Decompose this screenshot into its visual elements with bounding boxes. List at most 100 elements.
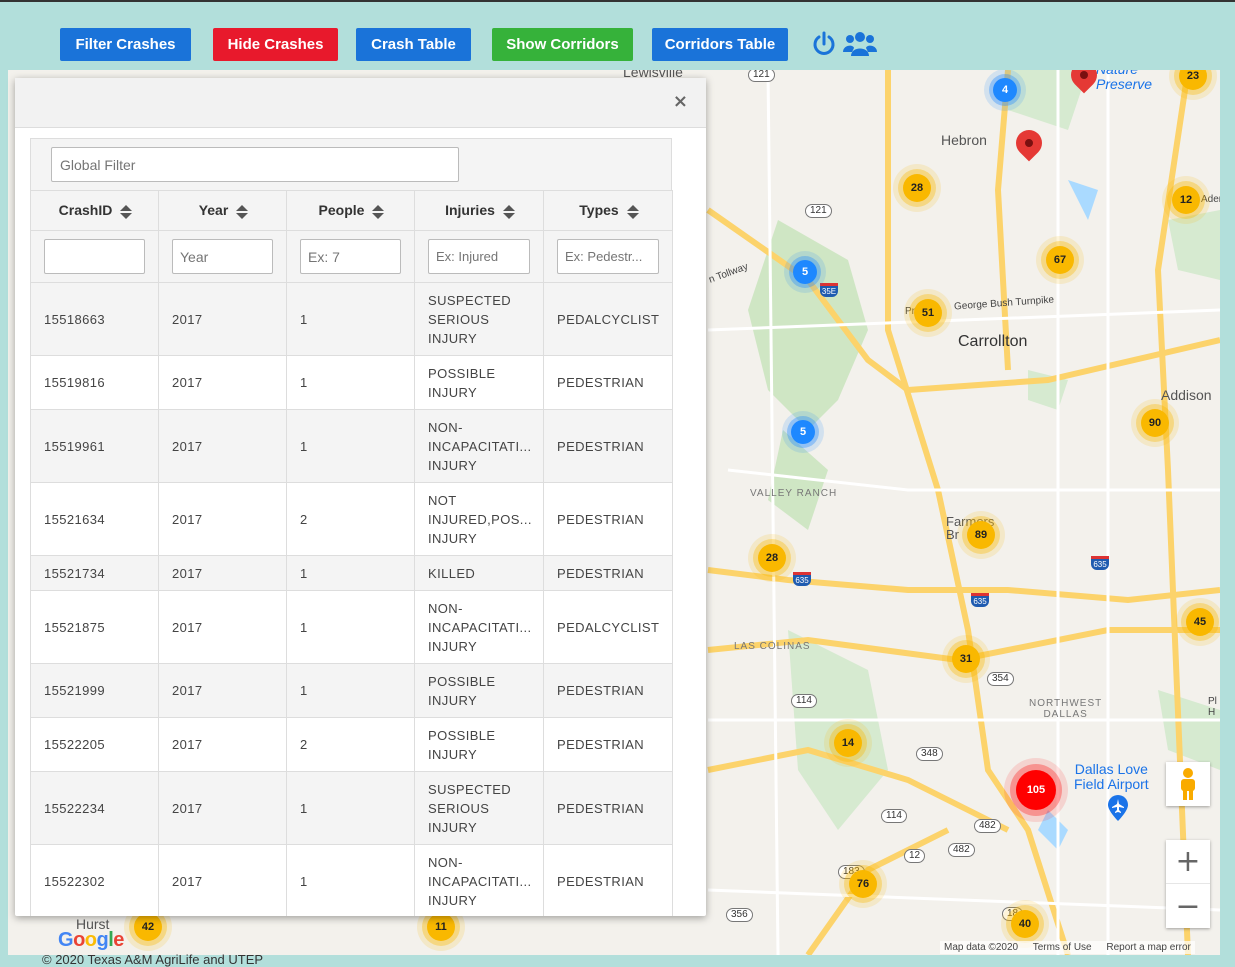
place-valley-ranch: VALLEY RANCH [750, 488, 838, 499]
cell-injuries: SUSPECTED SERIOUS INJURY [414, 771, 544, 845]
cell-injuries: POSSIBLE INJURY [414, 717, 544, 772]
crash-cluster[interactable]: 89 [967, 521, 995, 549]
cell-injuries: SUSPECTED SERIOUS INJURY [414, 282, 544, 356]
place-pl: Pl H [1208, 696, 1217, 718]
column-label: CrashID [58, 202, 113, 219]
column-label: Types [579, 202, 619, 219]
column-header-crashid[interactable]: CrashID [30, 190, 159, 231]
people-filter-input[interactable] [300, 239, 401, 274]
sort-icon[interactable] [626, 204, 639, 219]
crash-cluster[interactable]: 76 [849, 870, 877, 898]
table-row[interactable]: 15521875 2017 1 NON- INCAPACITATI... INJ… [30, 590, 673, 664]
filter-crashes-button[interactable]: Filter Crashes [60, 28, 191, 61]
types-filter-input[interactable] [557, 239, 659, 274]
cell-type: PEDESTRIAN [543, 844, 673, 916]
column-header-injuries[interactable]: Injuries [414, 190, 544, 231]
sort-icon[interactable] [372, 204, 385, 219]
crash-cluster[interactable]: 11 [427, 913, 455, 941]
zoom-out-button[interactable]: − [1166, 884, 1210, 928]
cell-people: 1 [286, 771, 415, 845]
column-label: Injuries [445, 202, 495, 219]
table-row[interactable]: 15518663 2017 1 SUSPECTED SERIOUS INJURY… [30, 282, 673, 356]
crash-table-button[interactable]: Crash Table [356, 28, 471, 61]
table-row[interactable]: 15522234 2017 1 SUSPECTED SERIOUS INJURY… [30, 771, 673, 845]
cell-people: 2 [286, 717, 415, 772]
cell-type: PEDALCYCLIST [543, 282, 673, 356]
table-row[interactable]: 15521634 2017 2 NOT INJURED,POS... INJUR… [30, 482, 673, 556]
route-shield: 121 [805, 204, 832, 218]
crash-cluster[interactable]: 28 [758, 544, 786, 572]
crash-cluster[interactable]: 31 [952, 645, 980, 673]
cell-crashid: 15522234 [30, 771, 159, 845]
airport-icon [1108, 795, 1128, 821]
table-row[interactable]: 15519816 2017 1 POSSIBLE INJURY PEDESTRI… [30, 355, 673, 410]
header-row: CrashID Year People Injuries Types [30, 190, 673, 231]
cell-injuries: NON- INCAPACITATI... INJURY [414, 409, 544, 483]
power-icon[interactable] [810, 30, 838, 58]
cell-type: PEDESTRIAN [543, 717, 673, 772]
cell-year: 2017 [158, 409, 287, 483]
filter-cell [30, 230, 159, 283]
route-shield: 482 [948, 843, 975, 857]
cell-injuries: NON- INCAPACITATI... INJURY [414, 590, 544, 664]
interstate-shield: 35E [820, 283, 838, 297]
pegman-icon [1181, 768, 1195, 800]
crash-cluster[interactable]: 28 [903, 174, 931, 202]
cell-crashid: 15521875 [30, 590, 159, 664]
crash-cluster[interactable]: 4 [993, 78, 1017, 102]
place-addison: Addison [1161, 387, 1212, 403]
sort-icon[interactable] [502, 204, 515, 219]
route-shield: 354 [987, 672, 1014, 686]
zoom-in-button[interactable]: + [1166, 840, 1210, 884]
place-las-colinas: LAS COLINAS [734, 641, 811, 652]
sort-icon[interactable] [236, 204, 249, 219]
cell-crashid: 15522302 [30, 844, 159, 916]
route-shield: 12 [904, 849, 926, 863]
column-header-types[interactable]: Types [543, 190, 673, 231]
app-window: Lewisville Nature Preserve Hebron Carrol… [0, 0, 1235, 967]
table-row[interactable]: 15521734 2017 1 KILLED PEDESTRIAN [30, 555, 673, 591]
show-corridors-button[interactable]: Show Corridors [492, 28, 633, 61]
hide-crashes-button[interactable]: Hide Crashes [213, 28, 338, 61]
crashid-filter-input[interactable] [44, 239, 145, 274]
column-header-year[interactable]: Year [158, 190, 287, 231]
year-filter-input[interactable] [172, 239, 273, 274]
crash-cluster[interactable]: 67 [1046, 246, 1074, 274]
route-shield: 482 [974, 819, 1001, 833]
crash-cluster[interactable]: 105 [1016, 770, 1056, 810]
crash-cluster[interactable]: 12 [1172, 186, 1200, 214]
table-row[interactable]: 15521999 2017 1 POSSIBLE INJURY PEDESTRI… [30, 663, 673, 718]
crash-cluster[interactable]: 40 [1011, 910, 1039, 938]
crash-cluster[interactable]: 14 [834, 729, 862, 757]
global-filter-row [30, 138, 672, 190]
crash-cluster[interactable]: 45 [1186, 608, 1214, 636]
column-header-people[interactable]: People [286, 190, 415, 231]
corridors-table-button[interactable]: Corridors Table [652, 28, 788, 61]
close-button[interactable]: × [673, 92, 688, 112]
cell-type: PEDESTRIAN [543, 409, 673, 483]
cell-injuries: KILLED [414, 555, 544, 591]
table-row[interactable]: 15519961 2017 1 NON- INCAPACITATI... INJ… [30, 409, 673, 483]
table-row[interactable]: 15522302 2017 1 NON- INCAPACITATI... INJ… [30, 844, 673, 916]
place-aden: Aden [1201, 194, 1220, 205]
sort-icon[interactable] [120, 204, 133, 219]
map-attribution: Map data ©2020 Terms of Use Report a map… [940, 941, 1195, 954]
cell-people: 1 [286, 663, 415, 718]
users-icon[interactable] [843, 30, 877, 58]
cell-people: 1 [286, 282, 415, 356]
injuries-filter-input[interactable] [428, 239, 530, 274]
crash-cluster[interactable]: 51 [914, 299, 942, 327]
crash-cluster[interactable]: 5 [793, 260, 817, 284]
crash-cluster[interactable]: 5 [791, 420, 815, 444]
global-filter-input[interactable] [51, 147, 459, 182]
cell-type: PEDESTRIAN [543, 771, 673, 845]
street-view-pegman[interactable] [1166, 762, 1210, 806]
crash-cluster[interactable]: 42 [134, 913, 162, 941]
terms-link[interactable]: Terms of Use [1033, 942, 1092, 953]
table-row[interactable]: 15522205 2017 2 POSSIBLE INJURY PEDESTRI… [30, 717, 673, 772]
crash-cluster[interactable]: 90 [1141, 409, 1169, 437]
cell-type: PEDALCYCLIST [543, 590, 673, 664]
column-label: People [318, 202, 365, 219]
report-error-link[interactable]: Report a map error [1106, 942, 1190, 953]
route-shield: 114 [881, 809, 907, 823]
